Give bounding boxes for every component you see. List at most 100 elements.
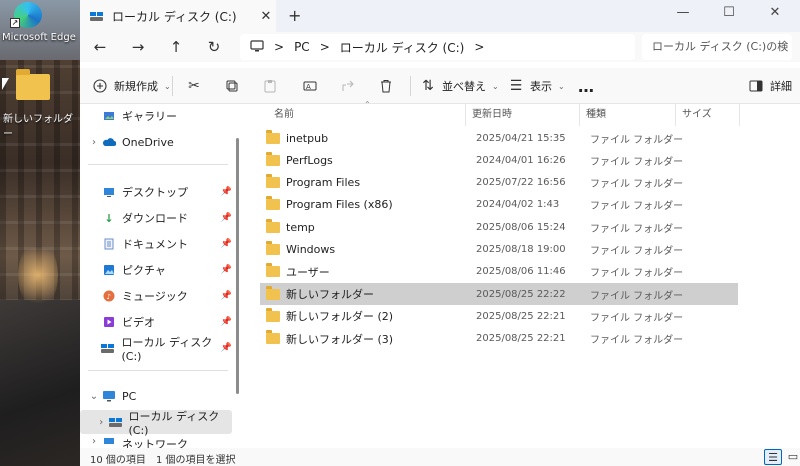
column-header-type[interactable]: 種類 xyxy=(580,104,676,126)
sidebar-item-network[interactable]: › ネットワーク xyxy=(80,436,232,448)
desktop-icon xyxy=(102,185,116,199)
table-row[interactable]: Program Files 2025/07/22 16:56 ファイル フォルダー xyxy=(260,172,738,194)
minimize-button[interactable]: — xyxy=(660,0,706,28)
mouse-cursor-icon xyxy=(2,78,9,90)
file-name: Windows xyxy=(286,243,336,256)
sidebar-item-label: ミュージック xyxy=(122,290,188,303)
rename-button[interactable]: A xyxy=(302,76,318,96)
file-name: inetpub xyxy=(286,131,329,145)
details-pane-button[interactable]: 詳細 xyxy=(748,76,792,96)
plus-circle-icon xyxy=(92,78,108,94)
folder-icon xyxy=(266,285,280,300)
new-tab-button[interactable]: + xyxy=(288,6,301,25)
table-row[interactable]: 新しいフォルダー (3) 2025/08/25 22:21 ファイル フォルダー xyxy=(260,328,738,350)
forward-button[interactable]: → xyxy=(126,36,150,58)
table-row[interactable]: PerfLogs 2024/04/01 16:26 ファイル フォルダー xyxy=(260,149,738,171)
folder-icon xyxy=(266,218,280,233)
breadcrumb-pc[interactable]: PC xyxy=(294,40,310,54)
column-header-size[interactable]: サイズ xyxy=(676,104,740,126)
tab-local-disk[interactable]: ローカル ディスク (C:) ✕ xyxy=(80,0,276,32)
sidebar-scrollbar[interactable] xyxy=(236,138,239,394)
table-row[interactable]: ユーザー 2025/08/06 11:46 ファイル フォルダー xyxy=(260,261,738,283)
file-date: 2024/04/01 16:26 xyxy=(476,154,566,166)
sidebar-item-onedrive[interactable]: › OneDrive xyxy=(80,130,232,154)
breadcrumb-sep: > xyxy=(274,40,285,54)
sidebar-divider xyxy=(88,370,228,371)
cut-button[interactable]: ✂ xyxy=(186,76,202,96)
delete-button[interactable] xyxy=(378,76,394,96)
chevron-right-icon[interactable]: › xyxy=(94,417,109,428)
table-row[interactable]: 新しいフォルダー (2) 2025/08/25 22:21 ファイル フォルダー xyxy=(260,305,738,327)
pin-icon[interactable]: 📌 xyxy=(221,239,232,249)
sort-icon: ⇅ xyxy=(422,78,434,94)
network-icon xyxy=(102,436,116,448)
breadcrumb-sep[interactable]: > xyxy=(474,40,484,54)
file-date: 2025/07/22 16:56 xyxy=(476,177,566,189)
music-icon: ♪ xyxy=(102,289,116,303)
sidebar-item-pc[interactable]: ⌄ PC xyxy=(80,384,232,408)
sidebar-item-videos[interactable]: ビデオ 📌 xyxy=(80,310,232,334)
desktop-folder-icon[interactable] xyxy=(16,69,50,100)
folder-icon xyxy=(266,174,280,189)
new-button[interactable]: 新規作成 ⌄ xyxy=(92,76,171,96)
sidebar-item-pictures[interactable]: ピクチャ 📌 xyxy=(80,258,232,282)
more-options-button[interactable]: … xyxy=(578,76,594,96)
table-row[interactable]: Windows 2025/08/18 19:00 ファイル フォルダー xyxy=(260,239,738,261)
file-date: 2025/08/18 19:00 xyxy=(476,244,566,255)
new-label: 新規作成 xyxy=(114,80,158,93)
chevron-down-icon[interactable]: ⌄ xyxy=(86,391,102,402)
desktop-edge-label[interactable]: Microsoft Edge xyxy=(0,32,80,43)
status-bar: 10 個の項目 1 個の項目を選択 ☰ ▭ xyxy=(80,448,800,466)
pin-icon[interactable]: 📌 xyxy=(221,187,232,197)
sidebar-item-documents[interactable]: ドキュメント 📌 xyxy=(80,232,232,256)
monitor-icon xyxy=(102,389,116,403)
desktop-folder-label[interactable]: 新しいフォルダー xyxy=(0,110,80,140)
svg-text:♪: ♪ xyxy=(107,293,111,301)
search-input[interactable]: ローカル ディスク (C:)の検 xyxy=(642,34,792,60)
sort-button[interactable]: ⇅ 並べ替え ⌄ xyxy=(420,76,499,96)
table-row[interactable]: 新しいフォルダー 2025/08/25 22:22 ファイル フォルダー xyxy=(260,283,738,306)
copy-button[interactable] xyxy=(224,76,240,96)
breadcrumb-local-disk[interactable]: ローカル ディスク (C:) xyxy=(340,39,465,56)
table-row[interactable]: inetpub 2025/04/21 15:35 ファイル フォルダー xyxy=(260,127,738,149)
sidebar-item-label: デスクトップ xyxy=(122,186,188,199)
chevron-right-icon[interactable]: › xyxy=(86,137,102,148)
tiles-view-button[interactable]: ▭ xyxy=(784,449,800,465)
file-name: Program Files (x86) xyxy=(286,198,393,212)
pin-icon[interactable]: 📌 xyxy=(221,343,232,353)
details-view-button[interactable]: ☰ xyxy=(764,449,782,465)
table-row[interactable]: temp 2025/08/06 15:24 ファイル フォルダー xyxy=(260,216,738,238)
close-button[interactable]: ✕ xyxy=(752,0,798,28)
address-bar[interactable]: > PC > ローカル ディスク (C:) > xyxy=(240,34,635,60)
desktop-background: ↗ Microsoft Edge 新しいフォルダー xyxy=(0,0,80,466)
tab-close-icon[interactable]: ✕ xyxy=(256,9,276,24)
pin-icon[interactable]: 📌 xyxy=(221,291,232,301)
scissors-icon: ✂ xyxy=(188,78,200,94)
back-button[interactable]: ← xyxy=(88,36,112,58)
svg-text:A: A xyxy=(306,83,311,91)
document-icon xyxy=(102,237,116,251)
sidebar-item-desktop[interactable]: デスクトップ 📌 xyxy=(80,180,232,204)
file-name: ユーザー xyxy=(286,265,330,279)
folder-icon xyxy=(266,196,280,211)
item-count: 10 個の項目 xyxy=(90,455,146,466)
view-button[interactable]: ☰ 表示 ⌄ xyxy=(508,76,565,96)
maximize-button[interactable]: ☐ xyxy=(706,0,752,28)
chevron-down-icon: ⌄ xyxy=(558,81,565,91)
refresh-button[interactable]: ↻ xyxy=(202,36,226,58)
up-button[interactable]: ↑ xyxy=(164,36,188,58)
sidebar-item-music[interactable]: ♪ ミュージック 📌 xyxy=(80,284,232,308)
share-button[interactable] xyxy=(340,76,356,96)
chevron-right-icon[interactable]: › xyxy=(86,436,102,447)
column-header-date[interactable]: 更新日時 xyxy=(466,104,580,126)
pin-icon[interactable]: 📌 xyxy=(221,213,232,223)
file-type: ファイル フォルダー xyxy=(590,156,684,168)
pin-icon[interactable]: 📌 xyxy=(221,265,232,275)
sidebar-item-local-disk[interactable]: › ローカル ディスク (C:) xyxy=(80,410,232,437)
sidebar-item-downloads[interactable]: ↓ ダウンロード 📌 xyxy=(80,206,232,230)
pin-icon[interactable]: 📌 xyxy=(221,317,232,327)
sidebar-item-gallery[interactable]: ギャラリー xyxy=(80,104,232,128)
paste-button[interactable] xyxy=(262,76,278,96)
sidebar-item-local-disk-pinned[interactable]: ローカル ディスク (C:) 📌 xyxy=(80,336,232,363)
table-row[interactable]: Program Files (x86) 2024/04/02 1:43 ファイル フ… xyxy=(260,194,738,216)
